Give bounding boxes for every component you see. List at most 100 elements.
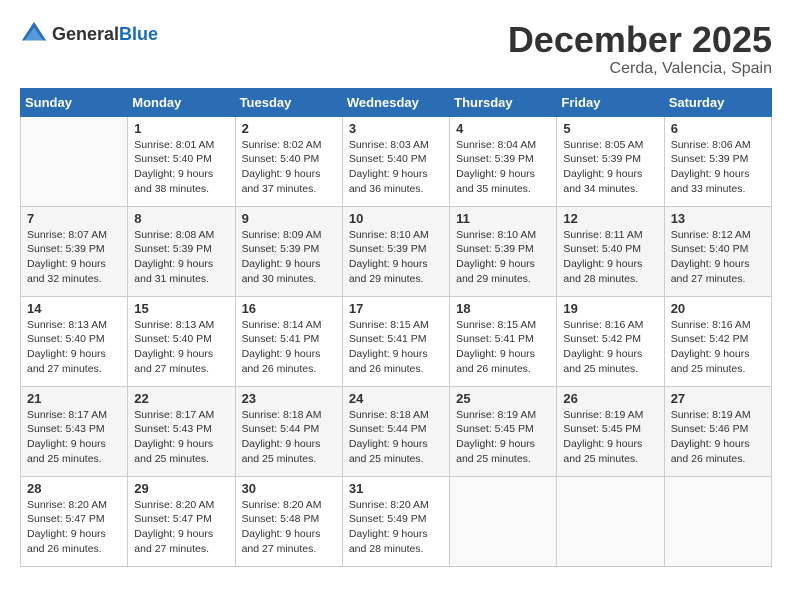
day-number: 23 [242,391,336,406]
day-info: Sunrise: 8:20 AMSunset: 5:47 PMDaylight:… [27,498,121,557]
calendar-week-row: 14 Sunrise: 8:13 AMSunset: 5:40 PMDayligh… [21,296,772,386]
weekday-header-row: SundayMondayTuesdayWednesdayThursdayFrid… [21,88,772,116]
day-number: 30 [242,481,336,496]
day-number: 7 [27,211,121,226]
calendar-cell: 11 Sunrise: 8:10 AMSunset: 5:39 PMDayligh… [450,206,557,296]
day-info: Sunrise: 8:04 AMSunset: 5:39 PMDaylight:… [456,138,550,197]
day-info: Sunrise: 8:12 AMSunset: 5:40 PMDaylight:… [671,228,765,287]
calendar-cell: 26Sunrise: 8:19 AMSunset: 5:45 PMDayligh… [557,386,664,476]
day-info: Sunrise: 8:18 AMSunset: 5:44 PMDaylight:… [349,408,443,467]
calendar-cell: 3Sunrise: 8:03 AMSunset: 5:40 PMDaylight… [342,116,449,206]
calendar-cell: 8 Sunrise: 8:08 AMSunset: 5:39 PMDaylight… [128,206,235,296]
day-number: 14 [27,301,121,316]
day-info: Sunrise: 8:01 AMSunset: 5:40 PMDaylight:… [134,138,228,197]
weekday-header-wednesday: Wednesday [342,88,449,116]
day-number: 4 [456,121,550,136]
calendar-cell: 24 Sunrise: 8:18 AMSunset: 5:44 PMDayligh… [342,386,449,476]
calendar-table: SundayMondayTuesdayWednesdayThursdayFrid… [20,88,772,567]
weekday-header-thursday: Thursday [450,88,557,116]
day-number: 31 [349,481,443,496]
page-header: GeneralBlue December 2025 Cerda, Valenci… [20,20,772,78]
day-info: Sunrise: 8:19 AMSunset: 5:45 PMDaylight:… [563,408,657,467]
day-info: Sunrise: 8:16 AMSunset: 5:42 PMDaylight:… [563,318,657,377]
day-number: 6 [671,121,765,136]
day-info: Sunrise: 8:10 AMSunset: 5:39 PMDaylight:… [349,228,443,287]
calendar-cell: 1 Sunrise: 8:01 AMSunset: 5:40 PMDaylight… [128,116,235,206]
day-info: Sunrise: 8:20 AMSunset: 5:49 PMDaylight:… [349,498,443,557]
day-info: Sunrise: 8:17 AMSunset: 5:43 PMDaylight:… [27,408,121,467]
calendar-cell: 5 Sunrise: 8:05 AMSunset: 5:39 PMDaylight… [557,116,664,206]
calendar-cell: 23Sunrise: 8:18 AMSunset: 5:44 PMDayligh… [235,386,342,476]
day-info: Sunrise: 8:02 AMSunset: 5:40 PMDaylight:… [242,138,336,197]
calendar-cell: 9 Sunrise: 8:09 AMSunset: 5:39 PMDaylight… [235,206,342,296]
day-info: Sunrise: 8:15 AMSunset: 5:41 PMDaylight:… [349,318,443,377]
calendar-cell: 6 Sunrise: 8:06 AMSunset: 5:39 PMDaylight… [664,116,771,206]
location-title: Cerda, Valencia, Spain [508,60,772,78]
calendar-cell: 29Sunrise: 8:20 AMSunset: 5:47 PMDayligh… [128,476,235,566]
weekday-header-tuesday: Tuesday [235,88,342,116]
day-number: 2 [242,121,336,136]
day-info: Sunrise: 8:14 AMSunset: 5:41 PMDaylight:… [242,318,336,377]
calendar-week-row: 1 Sunrise: 8:01 AMSunset: 5:40 PMDaylight… [21,116,772,206]
calendar-cell: 31 Sunrise: 8:20 AMSunset: 5:49 PMDayligh… [342,476,449,566]
day-number: 16 [242,301,336,316]
weekday-header-friday: Friday [557,88,664,116]
day-info: Sunrise: 8:13 AMSunset: 5:40 PMDaylight:… [27,318,121,377]
calendar-cell [21,116,128,206]
day-number: 8 [134,211,228,226]
calendar-cell: 12Sunrise: 8:11 AMSunset: 5:40 PMDayligh… [557,206,664,296]
day-info: Sunrise: 8:20 AMSunset: 5:48 PMDaylight:… [242,498,336,557]
calendar-cell: 20Sunrise: 8:16 AMSunset: 5:42 PMDayligh… [664,296,771,386]
day-info: Sunrise: 8:07 AMSunset: 5:39 PMDaylight:… [27,228,121,287]
calendar-cell: 18 Sunrise: 8:15 AMSunset: 5:41 PMDayligh… [450,296,557,386]
calendar-cell: 15 Sunrise: 8:13 AMSunset: 5:40 PMDayligh… [128,296,235,386]
weekday-header-sunday: Sunday [21,88,128,116]
calendar-cell: 4 Sunrise: 8:04 AMSunset: 5:39 PMDaylight… [450,116,557,206]
calendar-cell: 17 Sunrise: 8:15 AMSunset: 5:41 PMDayligh… [342,296,449,386]
day-number: 25 [456,391,550,406]
calendar-cell [664,476,771,566]
day-info: Sunrise: 8:05 AMSunset: 5:39 PMDaylight:… [563,138,657,197]
day-number: 15 [134,301,228,316]
day-number: 9 [242,211,336,226]
day-number: 24 [349,391,443,406]
weekday-header-monday: Monday [128,88,235,116]
day-number: 21 [27,391,121,406]
calendar-cell [450,476,557,566]
calendar-cell: 13Sunrise: 8:12 AMSunset: 5:40 PMDayligh… [664,206,771,296]
calendar-week-row: 28Sunrise: 8:20 AMSunset: 5:47 PMDayligh… [21,476,772,566]
calendar-cell: 30 Sunrise: 8:20 AMSunset: 5:48 PMDayligh… [235,476,342,566]
day-number: 12 [563,211,657,226]
day-info: Sunrise: 8:08 AMSunset: 5:39 PMDaylight:… [134,228,228,287]
calendar-cell: 21 Sunrise: 8:17 AMSunset: 5:43 PMDayligh… [21,386,128,476]
day-info: Sunrise: 8:06 AMSunset: 5:39 PMDaylight:… [671,138,765,197]
calendar-cell: 19 Sunrise: 8:16 AMSunset: 5:42 PMDayligh… [557,296,664,386]
logo-text-blue: Blue [119,24,158,44]
logo-icon [20,20,48,48]
calendar-cell: 14 Sunrise: 8:13 AMSunset: 5:40 PMDayligh… [21,296,128,386]
day-info: Sunrise: 8:17 AMSunset: 5:43 PMDaylight:… [134,408,228,467]
day-info: Sunrise: 8:19 AMSunset: 5:46 PMDaylight:… [671,408,765,467]
day-info: Sunrise: 8:10 AMSunset: 5:39 PMDaylight:… [456,228,550,287]
day-info: Sunrise: 8:19 AMSunset: 5:45 PMDaylight:… [456,408,550,467]
calendar-cell [557,476,664,566]
day-info: Sunrise: 8:15 AMSunset: 5:41 PMDaylight:… [456,318,550,377]
day-info: Sunrise: 8:16 AMSunset: 5:42 PMDaylight:… [671,318,765,377]
weekday-header-saturday: Saturday [664,88,771,116]
day-number: 19 [563,301,657,316]
day-number: 29 [134,481,228,496]
calendar-cell: 16 Sunrise: 8:14 AMSunset: 5:41 PMDayligh… [235,296,342,386]
day-number: 5 [563,121,657,136]
day-number: 27 [671,391,765,406]
day-info: Sunrise: 8:09 AMSunset: 5:39 PMDaylight:… [242,228,336,287]
day-info: Sunrise: 8:13 AMSunset: 5:40 PMDaylight:… [134,318,228,377]
calendar-cell: 7 Sunrise: 8:07 AMSunset: 5:39 PMDaylight… [21,206,128,296]
calendar-week-row: 7 Sunrise: 8:07 AMSunset: 5:39 PMDaylight… [21,206,772,296]
calendar-cell: 25 Sunrise: 8:19 AMSunset: 5:45 PMDayligh… [450,386,557,476]
day-number: 18 [456,301,550,316]
logo-text-general: General [52,24,119,44]
day-number: 17 [349,301,443,316]
day-number: 1 [134,121,228,136]
calendar-cell: 22Sunrise: 8:17 AMSunset: 5:43 PMDayligh… [128,386,235,476]
day-number: 11 [456,211,550,226]
